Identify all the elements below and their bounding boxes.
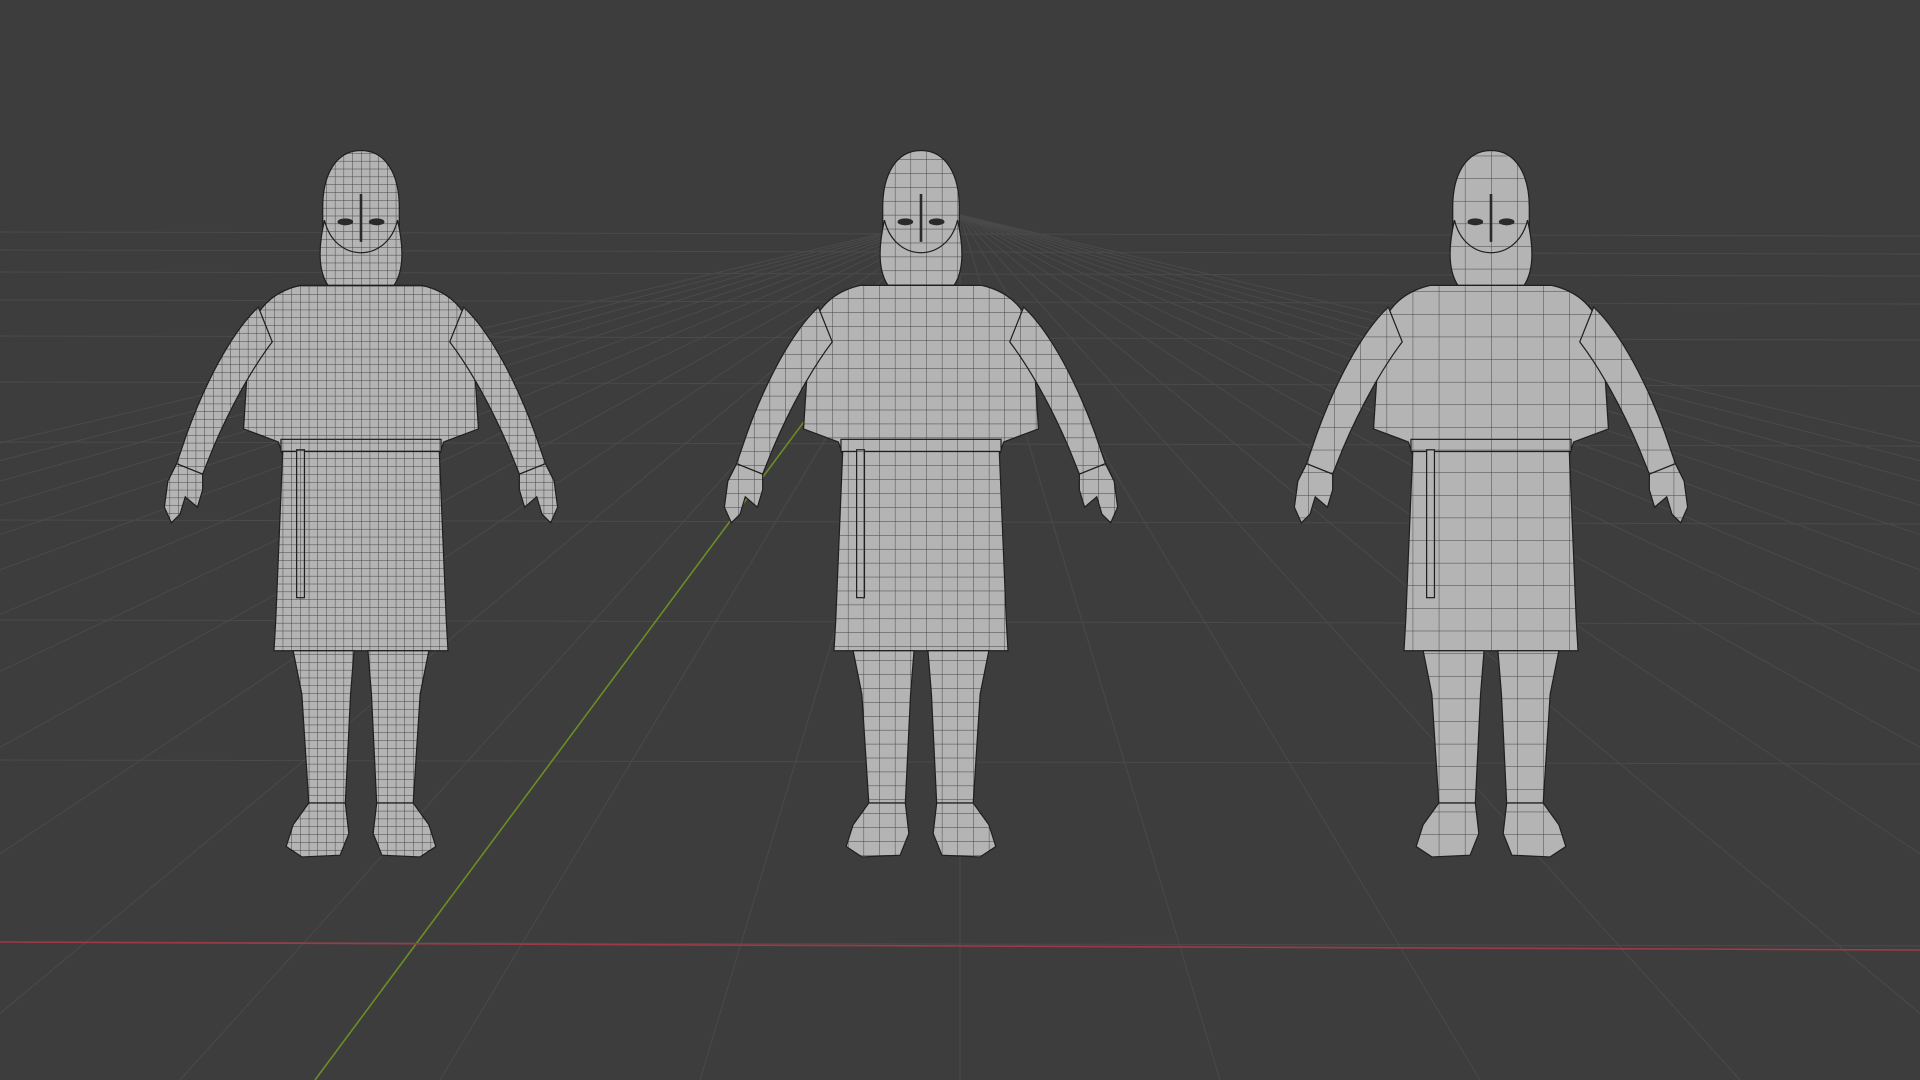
left-hand-wireframe <box>724 463 763 523</box>
character-high-poly[interactable] <box>163 149 559 858</box>
right-leg-wireframe <box>367 650 429 803</box>
3d-viewport[interactable] <box>0 0 1920 1080</box>
torso-wireframe <box>803 285 1039 455</box>
right-boot-wireframe <box>1503 803 1566 857</box>
left-leg-wireframe <box>1423 650 1485 803</box>
belt-strap-wireframe <box>296 449 305 598</box>
left-boot-wireframe <box>286 803 349 857</box>
viewport-scene[interactable] <box>0 0 1920 1080</box>
characters-group <box>163 149 1689 858</box>
right-hand-wireframe <box>519 463 558 523</box>
right-hand-wireframe <box>1079 463 1118 523</box>
left-boot-wireframe <box>846 803 909 857</box>
left-hand-wireframe <box>164 463 203 523</box>
left-boot-wireframe <box>1416 803 1479 857</box>
left-eye <box>1467 218 1484 226</box>
character-low-poly[interactable] <box>1293 149 1689 858</box>
right-eye <box>368 218 385 226</box>
right-eye <box>928 218 945 226</box>
right-leg-wireframe <box>927 650 989 803</box>
left-eye <box>897 218 914 226</box>
right-boot-wireframe <box>373 803 436 857</box>
torso-wireframe <box>243 285 479 455</box>
belt-strap-wireframe <box>1426 449 1435 598</box>
right-hand-wireframe <box>1649 463 1688 523</box>
left-eye <box>337 218 354 226</box>
torso-wireframe <box>1373 285 1609 455</box>
right-leg-wireframe <box>1497 650 1559 803</box>
belt-strap-wireframe <box>856 449 865 598</box>
left-hand-wireframe <box>1294 463 1333 523</box>
right-eye <box>1498 218 1515 226</box>
right-boot-wireframe <box>933 803 996 857</box>
left-leg-wireframe <box>293 650 355 803</box>
left-leg-wireframe <box>853 650 915 803</box>
